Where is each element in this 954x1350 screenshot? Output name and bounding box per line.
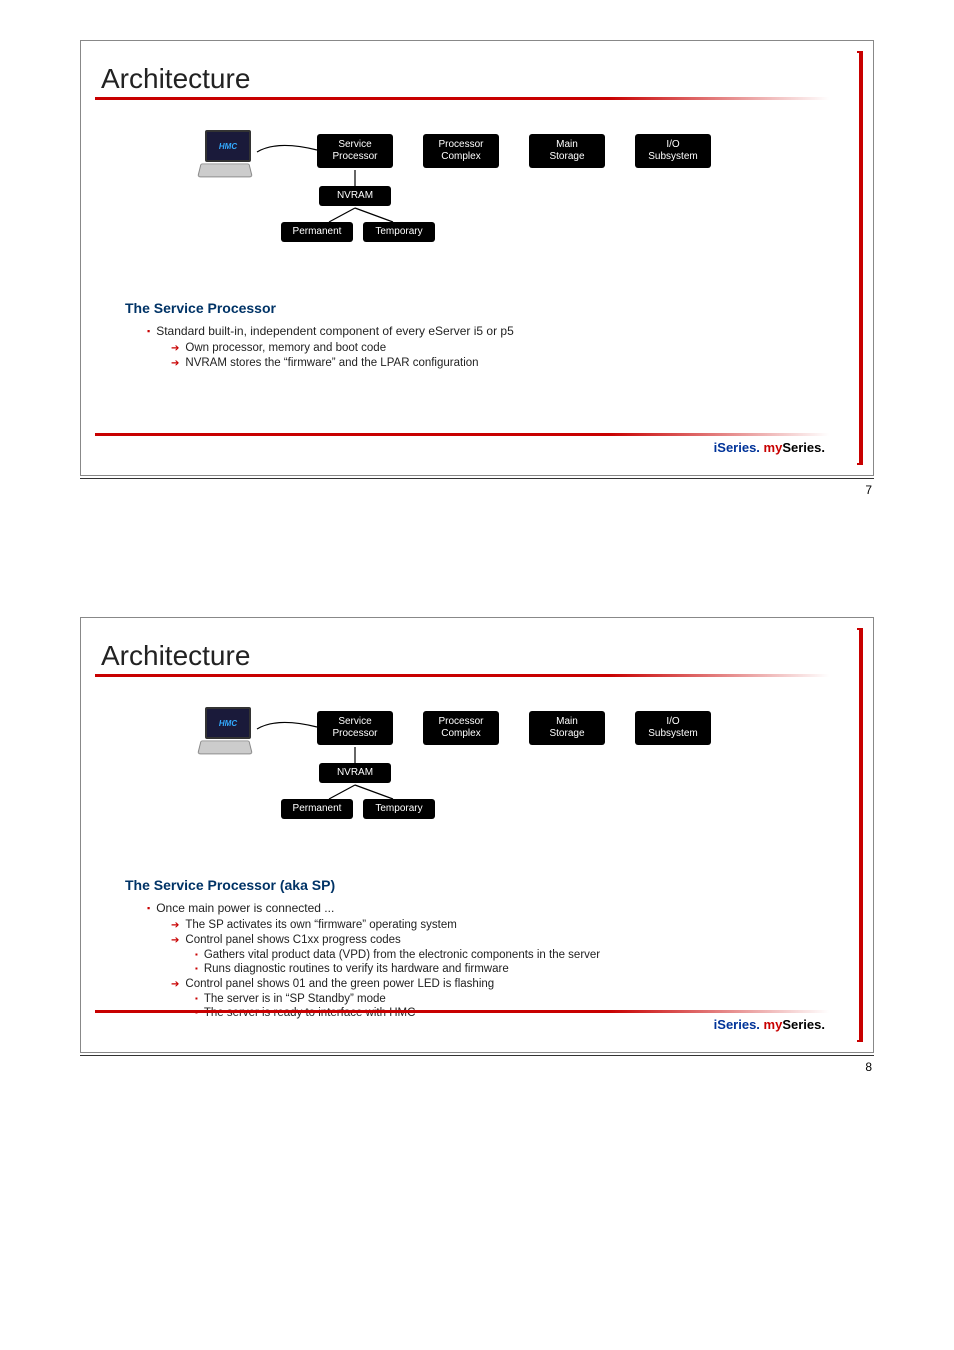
bullet: The SP activates its own “firmware” oper…: [171, 919, 859, 931]
box-main-storage: MainStorage: [529, 134, 605, 168]
bullet: NVRAM stores the “firmware” and the LPAR…: [171, 357, 859, 369]
box-permanent: Permanent: [281, 222, 353, 242]
bullet: Runs diagnostic routines to verify its h…: [195, 963, 859, 975]
slide-title: Architecture: [95, 630, 859, 674]
hmc-icon: HMC: [197, 130, 259, 180]
bullet: Control panel shows C1xx progress codes: [171, 934, 859, 946]
box-processor-complex: ProcessorComplex: [423, 134, 499, 168]
section-heading: The Service Processor (aka SP): [125, 877, 859, 893]
hmc-icon: HMC: [197, 707, 259, 757]
slide-title: Architecture: [95, 53, 859, 97]
hmc-label: HMC: [219, 142, 237, 151]
bullet: Own processor, memory and boot code: [171, 342, 859, 354]
title-underline: [95, 674, 829, 677]
footer-branding: iSeries. mySeries.: [95, 440, 859, 455]
box-nvram: NVRAM: [319, 763, 391, 783]
box-io-subsystem: I/OSubsystem: [635, 711, 711, 745]
hmc-label: HMC: [219, 719, 237, 728]
box-temporary: Temporary: [363, 222, 435, 242]
box-service-processor: ServiceProcessor: [317, 134, 393, 168]
page-number: 8: [80, 1055, 874, 1074]
architecture-diagram: HMC ServiceProcessor ProcessorComplex Ma…: [167, 707, 787, 857]
slide-container: Architecture HMC ServiceProcessor Proces…: [80, 40, 874, 476]
section-heading: The Service Processor: [125, 300, 859, 316]
architecture-diagram: HMC ServiceProcessor ProcessorComplex Ma…: [167, 130, 787, 280]
box-nvram: NVRAM: [319, 186, 391, 206]
box-service-processor: ServiceProcessor: [317, 711, 393, 745]
title-underline: [95, 97, 829, 100]
box-permanent: Permanent: [281, 799, 353, 819]
bullet: Gathers vital product data (VPD) from th…: [195, 949, 859, 961]
bullet-list: Standard built-in, independent component…: [147, 324, 859, 369]
bullet-list: Once main power is connected ... The SP …: [147, 901, 859, 1019]
footer-branding: iSeries. mySeries.: [95, 1017, 859, 1032]
bullet: Standard built-in, independent component…: [147, 324, 859, 338]
bullet: Control panel shows 01 and the green pow…: [171, 978, 859, 990]
box-io-subsystem: I/OSubsystem: [635, 134, 711, 168]
footer-underline: [95, 433, 829, 436]
page-number: 7: [80, 478, 874, 497]
box-main-storage: MainStorage: [529, 711, 605, 745]
slide-container: Architecture HMC ServiceProcessor Proces…: [80, 617, 874, 1053]
footer-underline: [95, 1010, 829, 1013]
box-processor-complex: ProcessorComplex: [423, 711, 499, 745]
bullet: Once main power is connected ...: [147, 901, 859, 915]
box-temporary: Temporary: [363, 799, 435, 819]
